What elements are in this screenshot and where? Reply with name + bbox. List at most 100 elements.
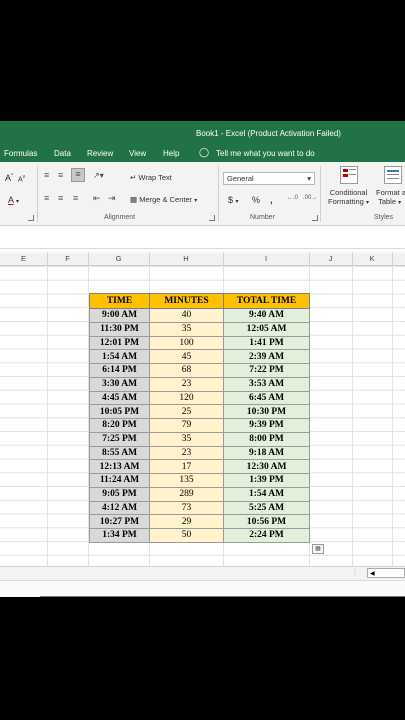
decrease-font-button[interactable]: Av xyxy=(18,174,25,183)
time-cell[interactable]: 9:05 PM xyxy=(89,486,150,502)
total-time-cell[interactable]: 8:00 PM xyxy=(223,431,310,447)
percent-button[interactable]: % xyxy=(252,195,260,205)
tab-formulas[interactable]: Formulas xyxy=(4,149,37,158)
total-time-cell[interactable]: 9:40 AM xyxy=(223,308,310,323)
minutes-cell[interactable]: 68 xyxy=(149,363,224,378)
column-header-g[interactable]: G xyxy=(88,254,149,263)
column-header-e[interactable]: E xyxy=(0,254,47,263)
time-cell[interactable]: 9:00 AM xyxy=(89,308,150,323)
total-time-cell[interactable]: 2:24 PM xyxy=(223,528,310,543)
align-right-icon[interactable]: ≡ xyxy=(73,193,78,203)
column-header-k[interactable]: K xyxy=(352,254,392,263)
table-row: 11:30 PM 35 12:05 AM xyxy=(89,321,310,337)
comma-style-button[interactable]: , xyxy=(270,195,273,205)
total-time-cell[interactable]: 10:56 PM xyxy=(223,514,310,529)
time-cell[interactable]: 6:14 PM xyxy=(89,363,150,378)
increase-font-button[interactable]: A^ xyxy=(5,173,13,183)
minutes-cell[interactable]: 23 xyxy=(149,445,224,461)
time-cell[interactable]: 8:20 PM xyxy=(89,418,150,433)
align-center-icon[interactable]: ≡ xyxy=(58,193,63,203)
minutes-cell[interactable]: 79 xyxy=(149,418,224,433)
total-time-cell[interactable]: 7:22 PM xyxy=(223,363,310,378)
number-dialog-launcher[interactable] xyxy=(312,215,318,221)
time-cell[interactable]: 4:45 AM xyxy=(89,390,150,406)
decrease-indent-icon[interactable]: ⇤ xyxy=(93,193,101,204)
header-total-time[interactable]: TOTAL TIME xyxy=(223,293,310,309)
more-options-icon[interactable]: ⋮ xyxy=(352,569,358,576)
total-time-cell[interactable]: 12:30 AM xyxy=(223,459,310,474)
minutes-cell[interactable]: 25 xyxy=(149,404,224,419)
align-left-icon[interactable]: ≡ xyxy=(44,193,49,203)
minutes-cell[interactable]: 45 xyxy=(149,349,224,364)
font-dialog-launcher[interactable] xyxy=(28,215,34,221)
total-time-cell[interactable]: 1:39 PM xyxy=(223,473,310,488)
minutes-cell[interactable]: 120 xyxy=(149,390,224,406)
minutes-cell[interactable]: 29 xyxy=(149,514,224,529)
column-header-h[interactable]: H xyxy=(149,254,223,263)
time-cell[interactable]: 11:30 PM xyxy=(89,321,150,337)
minutes-cell[interactable]: 289 xyxy=(149,486,224,502)
time-cell[interactable]: 1:54 AM xyxy=(89,349,150,364)
time-cell[interactable]: 4:12 AM xyxy=(89,500,150,516)
scroll-left-icon[interactable]: ◀ xyxy=(370,570,375,577)
time-cell[interactable]: 1:34 PM xyxy=(89,528,150,543)
conditional-formatting-button[interactable]: Conditional Formatting ▾ xyxy=(328,188,369,206)
number-format-select[interactable]: General ▾ xyxy=(223,172,315,185)
total-time-cell[interactable]: 9:18 AM xyxy=(223,445,310,461)
minutes-cell[interactable]: 35 xyxy=(149,431,224,447)
tell-me-search[interactable]: Tell me what you want to do xyxy=(216,149,315,158)
minutes-cell[interactable]: 35 xyxy=(149,321,224,337)
minutes-cell[interactable]: 23 xyxy=(149,376,224,392)
minutes-cell[interactable]: 100 xyxy=(149,335,224,351)
orientation-icon[interactable]: ↗▾ xyxy=(93,171,104,180)
time-cell[interactable]: 7:25 PM xyxy=(89,431,150,447)
tab-view[interactable]: View xyxy=(129,149,146,158)
time-cell[interactable]: 12:01 PM xyxy=(89,335,150,351)
minutes-cell[interactable]: 40 xyxy=(149,308,224,323)
total-time-cell[interactable]: 3:53 AM xyxy=(223,376,310,392)
currency-format-button[interactable]: $ ▾ xyxy=(228,195,239,205)
total-time-cell[interactable]: 12:05 AM xyxy=(223,321,310,337)
total-time-cell[interactable]: 6:45 AM xyxy=(223,390,310,406)
format-as-table-button[interactable]: Format a Table ▾ xyxy=(376,188,405,206)
conditional-formatting-icon xyxy=(340,166,358,184)
time-cell[interactable]: 12:13 AM xyxy=(89,459,150,474)
tab-data[interactable]: Data xyxy=(54,149,71,158)
header-minutes[interactable]: MINUTES xyxy=(149,293,224,309)
minutes-cell[interactable]: 17 xyxy=(149,459,224,474)
increase-indent-icon[interactable]: ⇥ xyxy=(108,193,116,204)
align-bottom-icon[interactable]: ≡ xyxy=(71,168,85,182)
header-time[interactable]: TIME xyxy=(89,293,150,309)
column-header-i[interactable]: I xyxy=(223,254,309,263)
font-color-button[interactable]: A ▾ xyxy=(8,195,19,205)
align-top-icon[interactable]: ≡ xyxy=(44,170,49,180)
wrap-text-button[interactable]: ↵ Wrap Text xyxy=(130,173,172,182)
quick-analysis-icon[interactable]: ▦ xyxy=(312,544,324,554)
total-time-cell[interactable]: 1:54 AM xyxy=(223,486,310,502)
column-header-j[interactable]: J xyxy=(309,254,352,263)
time-cell[interactable]: 8:55 AM xyxy=(89,445,150,461)
decrease-decimal-icon[interactable]: .00→ xyxy=(303,195,317,201)
total-time-cell[interactable]: 9:39 PM xyxy=(223,418,310,433)
time-cell[interactable]: 10:05 PM xyxy=(89,404,150,419)
align-middle-icon[interactable]: ≡ xyxy=(58,170,63,180)
tab-review[interactable]: Review xyxy=(87,149,113,158)
total-time-cell[interactable]: 1:41 PM xyxy=(223,335,310,351)
merge-center-button[interactable]: ▦ Merge & Center ▾ xyxy=(130,195,197,204)
format-as-table-icon xyxy=(384,166,402,184)
column-header-f[interactable]: F xyxy=(47,254,88,263)
time-cell[interactable]: 11:24 AM xyxy=(89,473,150,488)
total-time-cell[interactable]: 2:39 AM xyxy=(223,349,310,364)
tab-help[interactable]: Help xyxy=(163,149,179,158)
total-time-cell[interactable]: 5:25 AM xyxy=(223,500,310,516)
minutes-cell[interactable]: 50 xyxy=(149,528,224,543)
total-time-cell[interactable]: 10:30 PM xyxy=(223,404,310,419)
formula-bar-area[interactable] xyxy=(0,227,405,249)
horizontal-scrollbar[interactable]: ◀ xyxy=(367,568,405,578)
minutes-cell[interactable]: 73 xyxy=(149,500,224,516)
time-cell[interactable]: 3:30 AM xyxy=(89,376,150,392)
minutes-cell[interactable]: 135 xyxy=(149,473,224,488)
increase-decimal-icon[interactable]: ←.0 xyxy=(287,195,298,201)
time-cell[interactable]: 10:27 PM xyxy=(89,514,150,529)
alignment-dialog-launcher[interactable] xyxy=(209,215,215,221)
